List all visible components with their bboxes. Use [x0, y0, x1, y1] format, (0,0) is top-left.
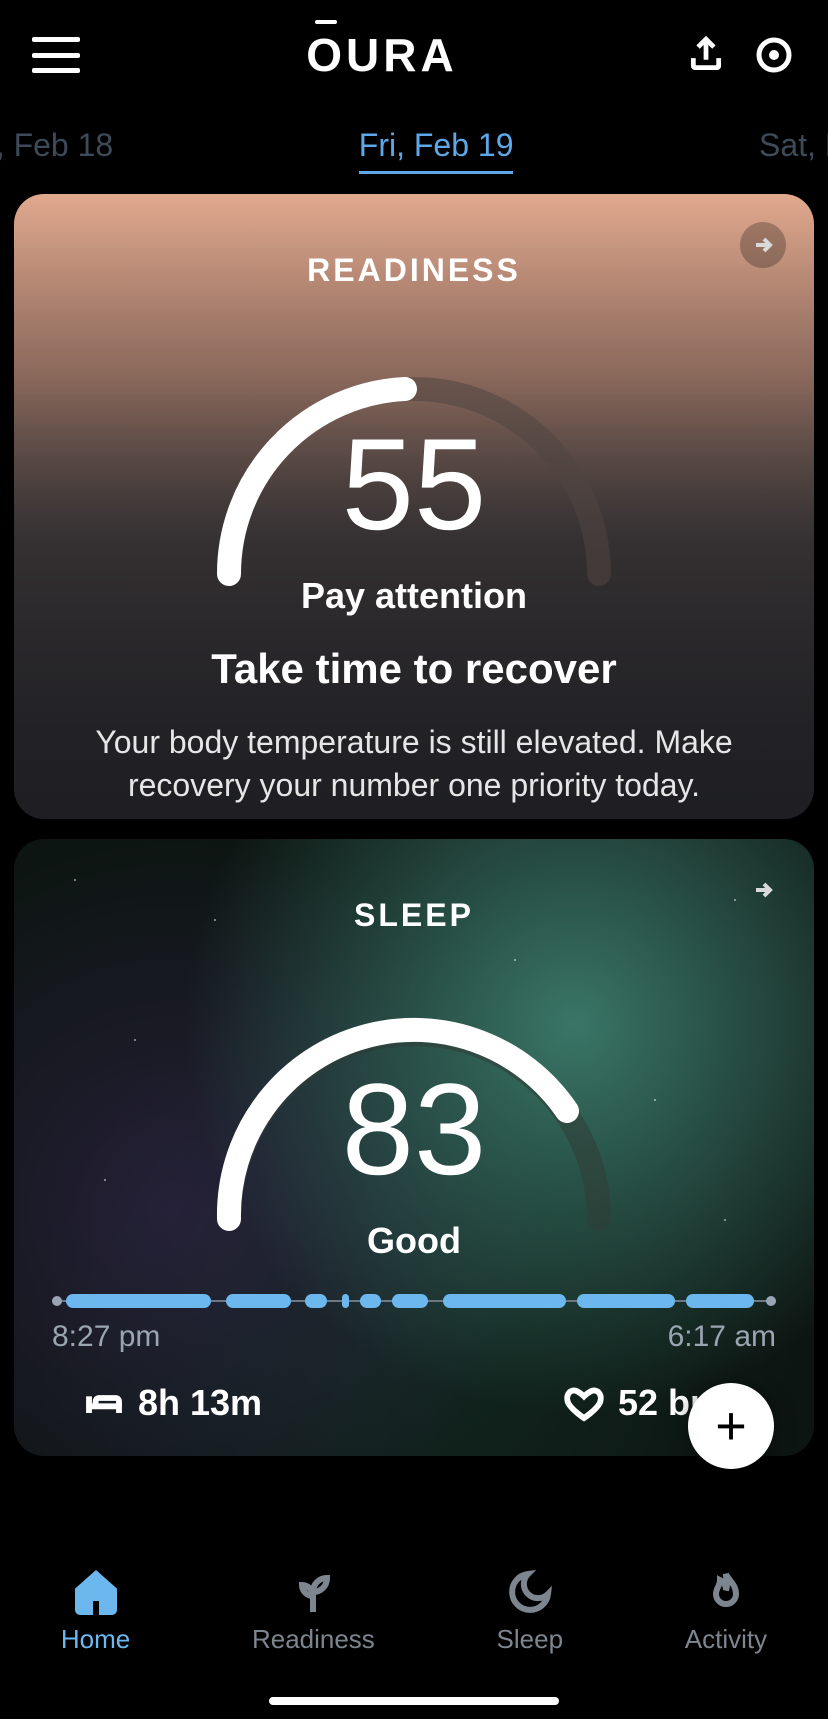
bed-icon — [84, 1383, 124, 1423]
home-icon — [72, 1568, 120, 1616]
date-strip[interactable]: u, Feb 18 Fri, Feb 19 Sat, Feb — [0, 110, 828, 180]
sleep-open-button[interactable] — [740, 867, 786, 913]
sleep-start-time: 8:27 pm — [52, 1320, 160, 1354]
share-button[interactable] — [684, 33, 728, 77]
cards-container: READINESS 55 Pay attention Take time to … — [0, 180, 828, 1456]
sleep-title: SLEEP — [14, 839, 814, 934]
readiness-open-button[interactable] — [740, 222, 786, 268]
tab-sleep-label: Sleep — [497, 1624, 564, 1655]
sleep-end-time: 6:17 am — [668, 1320, 776, 1354]
readiness-gauge: 55 — [184, 319, 644, 579]
readiness-card[interactable]: READINESS 55 Pay attention Take time to … — [14, 194, 814, 819]
tab-readiness-label: Readiness — [252, 1624, 375, 1655]
bottom-tab-bar: Home Readiness Sleep Activity — [0, 1554, 828, 1719]
sleep-card[interactable]: SLEEP 83 Good 8: — [14, 839, 814, 1456]
tab-sleep[interactable]: Sleep — [497, 1568, 564, 1655]
sleep-hypnogram — [52, 1292, 776, 1310]
app-logo: OOURAURA — [306, 28, 457, 82]
tab-home[interactable]: Home — [61, 1568, 130, 1655]
readiness-title: READINESS — [14, 194, 814, 289]
date-next[interactable]: Sat, Feb — [759, 127, 828, 164]
home-indicator[interactable] — [269, 1697, 559, 1705]
arrow-right-icon — [751, 878, 775, 902]
top-actions — [684, 33, 796, 77]
sleep-gauge: 83 — [184, 964, 644, 1224]
sprout-icon — [289, 1568, 337, 1616]
add-button[interactable]: + — [688, 1383, 774, 1469]
date-prev[interactable]: u, Feb 18 — [0, 127, 113, 164]
ring-status-button[interactable] — [752, 33, 796, 77]
sleep-score: 83 — [184, 1054, 644, 1204]
moon-icon — [506, 1568, 554, 1616]
arrow-right-icon — [751, 233, 775, 257]
tab-readiness[interactable]: Readiness — [252, 1568, 375, 1655]
share-icon — [687, 36, 725, 74]
date-selected[interactable]: Fri, Feb 19 — [359, 127, 514, 164]
tab-activity-label: Activity — [685, 1624, 767, 1655]
ring-icon — [754, 35, 794, 75]
tab-activity[interactable]: Activity — [685, 1568, 767, 1655]
flame-icon — [702, 1568, 750, 1616]
readiness-score: 55 — [184, 409, 644, 559]
tab-home-label: Home — [61, 1624, 130, 1655]
menu-button[interactable] — [32, 37, 80, 73]
plus-icon: + — [715, 1395, 747, 1457]
top-bar: OOURAURA — [0, 0, 828, 110]
